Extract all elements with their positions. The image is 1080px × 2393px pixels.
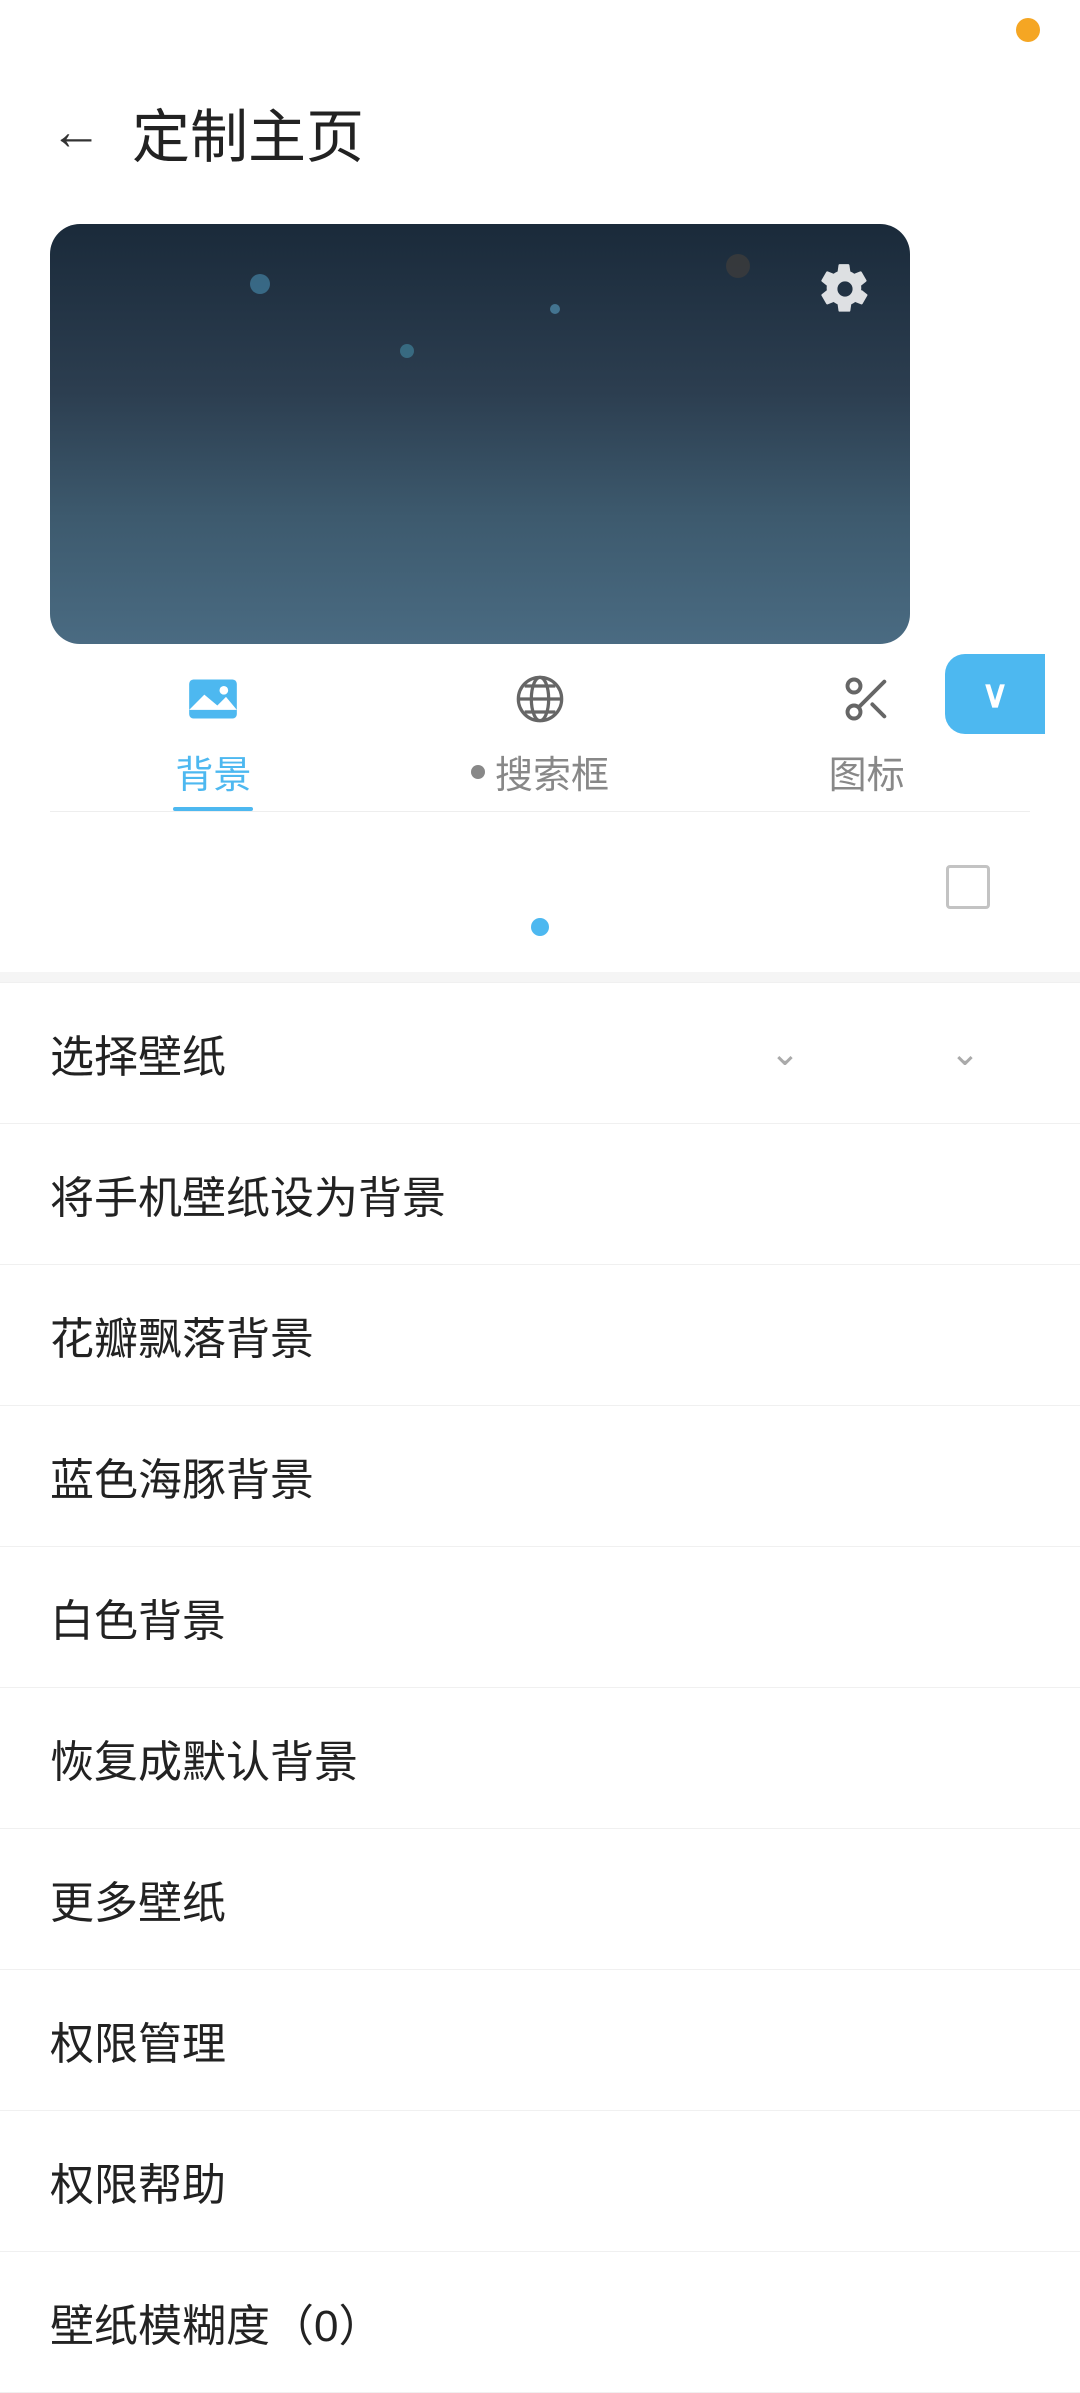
menu-item-wallpaper-blur[interactable]: 壁纸模糊度（0） [0, 2252, 1080, 2393]
back-button[interactable]: ← [50, 102, 102, 162]
menu-item-choose-wallpaper[interactable]: 选择壁纸 ⌄ ⌄ [0, 982, 1080, 1124]
menu-item-petal-bg[interactable]: 花瓣飘落背景 [0, 1265, 1080, 1406]
expand-button[interactable]: ∨ [945, 654, 1045, 734]
resize-handle[interactable] [946, 865, 990, 909]
menu-item-permission-mgmt[interactable]: 权限管理 [0, 1970, 1080, 2111]
tab-background[interactable]: 背景 [50, 744, 377, 799]
header: ← 定制主页 [0, 60, 1080, 204]
menu-item-more-wallpaper[interactable]: 更多壁纸 [0, 1829, 1080, 1970]
preview-frame [50, 224, 910, 644]
preview-container: ∨ 背景 搜索框 图标 [0, 204, 1080, 972]
search-preview-dot [531, 918, 549, 936]
menu-item-white-bg[interactable]: 白色背景 [0, 1547, 1080, 1688]
tab-icon[interactable]: 图标 [703, 744, 1030, 799]
status-dot [1016, 18, 1040, 42]
search-preview-container [50, 812, 1030, 972]
tab-icon-searchbox[interactable] [377, 664, 704, 734]
tabs-icons-row: ∨ [50, 644, 1030, 744]
chevron-down-icon: ∨ [981, 672, 1009, 717]
menu-item-set-phone-wallpaper[interactable]: 将手机壁纸设为背景 [0, 1124, 1080, 1265]
search-bar-preview [70, 847, 1010, 927]
menu-item-permission-help[interactable]: 权限帮助 [0, 2111, 1080, 2252]
tab-icon-background[interactable] [50, 664, 377, 734]
tab-searchbox[interactable]: 搜索框 [377, 744, 704, 799]
page-title: 定制主页 [132, 90, 364, 174]
gear-icon[interactable] [810, 254, 880, 324]
menu-item-dolphin-bg[interactable]: 蓝色海豚背景 [0, 1406, 1080, 1547]
menu-section: 选择壁纸 ⌄ ⌄ 将手机壁纸设为背景 花瓣飘落背景 蓝色海豚背景 白色背景 恢复… [0, 982, 1080, 2393]
menu-item-restore-bg[interactable]: 恢复成默认背景 [0, 1688, 1080, 1829]
tabs-labels-row: 背景 搜索框 图标 [50, 744, 1030, 812]
status-bar [0, 0, 1080, 60]
